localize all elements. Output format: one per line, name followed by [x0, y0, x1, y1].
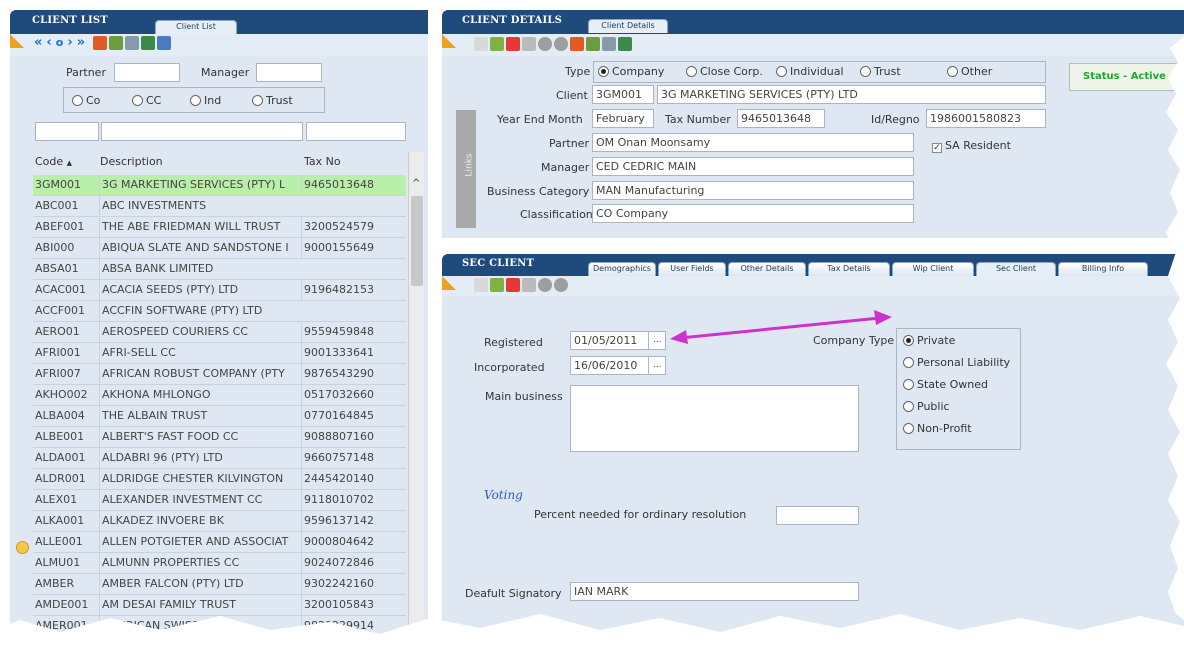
torn-edge-decoration	[0, 36, 1184, 646]
